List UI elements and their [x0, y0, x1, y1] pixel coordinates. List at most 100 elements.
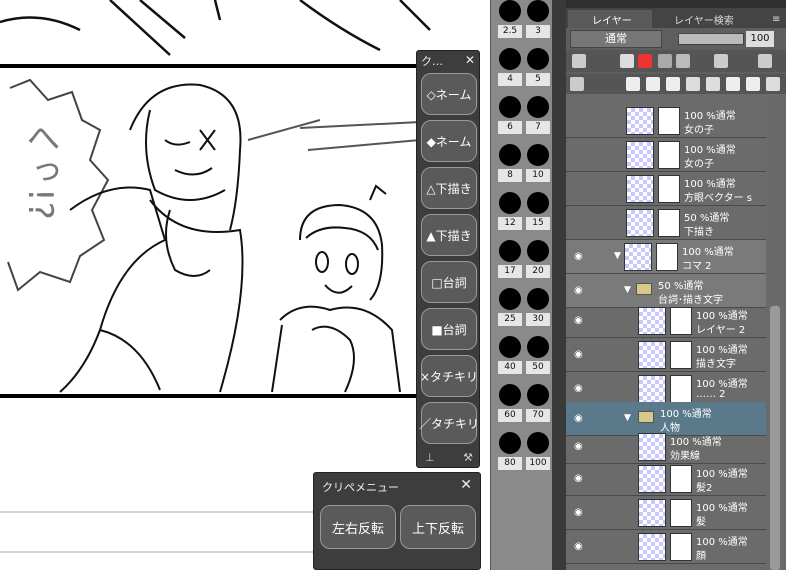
eye-icon[interactable]: ◉	[574, 441, 586, 452]
layer-row[interactable]: ◉ 100 %通常…… 2	[566, 372, 766, 406]
layer-row[interactable]: ◉ 100 %通常 レイヤー 2	[566, 304, 766, 338]
lock-icon[interactable]	[658, 54, 672, 68]
layer-mask-icon[interactable]	[726, 77, 740, 91]
panel-menu-icon[interactable]: ≡	[772, 10, 784, 28]
layer-thumbnail	[670, 465, 692, 493]
layer-row[interactable]: 100 %通常 女の子	[566, 138, 766, 172]
reference-icon[interactable]	[638, 54, 652, 68]
layer-row[interactable]: ◉ ▼ 100 %通常 コマ 2	[566, 240, 766, 274]
brush-size-15[interactable]: 50	[525, 334, 551, 378]
layer-color-icon[interactable]	[572, 54, 586, 68]
layer-row[interactable]: ◉ ▼ 50 %通常 台詞･描き文字	[566, 274, 766, 308]
tab-layer-search[interactable]: レイヤー検索	[654, 10, 754, 28]
brush-size-8[interactable]: 12	[497, 190, 523, 234]
mask-icon[interactable]	[676, 54, 690, 68]
layer-row[interactable]: ◉ 100 %通常 効果線	[566, 430, 766, 464]
brush-size-14[interactable]: 40	[497, 334, 523, 378]
trash-icon[interactable]	[766, 77, 780, 91]
wrench-icon[interactable]: ⚒	[463, 451, 473, 464]
brush-size-4[interactable]: 6	[497, 94, 523, 138]
brush-size-10[interactable]: 17	[497, 238, 523, 282]
eye-icon[interactable]: ◉	[574, 383, 586, 394]
eye-icon[interactable]: ◉	[574, 413, 586, 424]
pin-icon[interactable]: ⊥	[425, 451, 435, 464]
brush-size-19[interactable]: 100	[525, 430, 551, 474]
eye-icon[interactable]: ◉	[574, 251, 586, 262]
merge-down-icon[interactable]	[686, 77, 700, 91]
eye-icon[interactable]: ◉	[574, 507, 586, 518]
ruler-off-icon[interactable]	[758, 54, 772, 68]
layer-row[interactable]: 50 %通常 下描き	[566, 206, 766, 240]
layer-thumbnail	[626, 141, 654, 169]
layer-thumbnail	[638, 499, 666, 527]
quick-access-button-8[interactable]: ／タチキリ	[419, 402, 479, 444]
new-raster-layer-icon[interactable]	[626, 77, 640, 91]
scroll-thumb[interactable]	[770, 306, 780, 570]
eye-icon[interactable]: ◉	[574, 473, 586, 484]
ruler-icon[interactable]	[714, 54, 728, 68]
quick-access-button-7[interactable]: ×タチキリ	[420, 355, 478, 397]
close-icon[interactable]: ✕	[465, 53, 475, 67]
flip-horizontal-button[interactable]: 左右反転	[320, 505, 396, 549]
opacity-value[interactable]: 100	[746, 31, 774, 47]
blend-mode-select[interactable]: 通常	[570, 30, 662, 48]
expand-arrow-icon[interactable]: ▼	[614, 251, 621, 261]
brush-size-label: 20	[526, 265, 550, 278]
quick-access-button-3[interactable]: △下描き	[421, 167, 477, 209]
eye-icon[interactable]: ◉	[574, 285, 586, 296]
new-folder-icon[interactable]	[666, 77, 680, 91]
brush-size-1[interactable]: 3	[525, 0, 551, 42]
quick-access-button-2[interactable]: ◆ネーム	[421, 120, 477, 162]
layer-row[interactable]: ◉ 100 %通常 髪2	[566, 462, 766, 496]
new-vector-layer-icon[interactable]	[646, 77, 660, 91]
opacity-slider[interactable]	[678, 33, 744, 45]
brush-size-11[interactable]: 20	[525, 238, 551, 282]
eye-icon[interactable]: ◉	[574, 349, 586, 360]
clip-icon[interactable]	[620, 54, 634, 68]
layer-row[interactable]: 100 %通常 方眼ベクター s	[566, 172, 766, 206]
brush-size-13[interactable]: 30	[525, 286, 551, 330]
flip-vertical-button[interactable]: 上下反転	[400, 505, 476, 549]
brush-size-label: 60	[498, 409, 522, 422]
brush-size-12[interactable]: 25	[497, 286, 523, 330]
quick-access-button-5[interactable]: □台詞	[421, 261, 477, 303]
brush-size-5[interactable]: 7	[525, 94, 551, 138]
layer-scrollbar[interactable]	[766, 94, 786, 570]
close-icon[interactable]: ✕	[460, 477, 472, 493]
layer-list[interactable]: 100 %通常 女の子 100 %通常 女の子 100 %通常 方眼ベクター s 50 %通…	[566, 94, 766, 570]
brush-size-0[interactable]: 2.5	[497, 0, 523, 42]
layer-stack-icon[interactable]	[570, 77, 584, 91]
brush-preview-icon	[499, 144, 521, 166]
tab-layer[interactable]: レイヤー	[568, 10, 652, 28]
brush-size-7[interactable]: 10	[525, 142, 551, 186]
brush-preview-icon	[527, 432, 549, 454]
layer-panel: レイヤー レイヤー検索 ≡ 通常 100 100 %通常 女の子 100 %通常…	[566, 0, 786, 570]
eye-icon[interactable]: ◉	[574, 315, 586, 326]
layer-row[interactable]: ◉ 100 %通常髪	[566, 496, 766, 530]
quick-access-button-1[interactable]: ◇ネーム	[421, 73, 477, 115]
layer-row[interactable]: ◉ 100 %通常 描き文字	[566, 338, 766, 372]
layer-row[interactable]: 100 %通常 女の子	[566, 104, 766, 138]
merge-icon[interactable]	[706, 77, 720, 91]
brush-size-17[interactable]: 70	[525, 382, 551, 426]
expand-arrow-icon[interactable]: ▼	[624, 413, 631, 423]
layer-thumbnail	[638, 533, 666, 561]
apply-mask-icon[interactable]	[746, 77, 760, 91]
brush-size-3[interactable]: 5	[525, 46, 551, 90]
brush-size-9[interactable]: 15	[525, 190, 551, 234]
layer-row[interactable]: ◉ 100 %通常顔	[566, 530, 766, 564]
expand-arrow-icon[interactable]: ▼	[624, 285, 631, 295]
quick-access-button-4[interactable]: ▲下描き	[421, 214, 477, 256]
brush-size-label: 3	[526, 25, 550, 38]
quick-access-button-6[interactable]: ■台詞	[421, 308, 477, 350]
brush-size-label: 15	[526, 217, 550, 230]
brush-preview-icon	[499, 336, 521, 358]
brush-size-16[interactable]: 60	[497, 382, 523, 426]
brush-size-18[interactable]: 80	[497, 430, 523, 474]
brush-size-label: 17	[498, 265, 522, 278]
layer-opacity-mode: 50 %通常	[684, 213, 730, 224]
brush-size-2[interactable]: 4	[497, 46, 523, 90]
layer-opacity-mode: 100 %通常	[682, 247, 734, 258]
brush-size-6[interactable]: 8	[497, 142, 523, 186]
eye-icon[interactable]: ◉	[574, 541, 586, 552]
